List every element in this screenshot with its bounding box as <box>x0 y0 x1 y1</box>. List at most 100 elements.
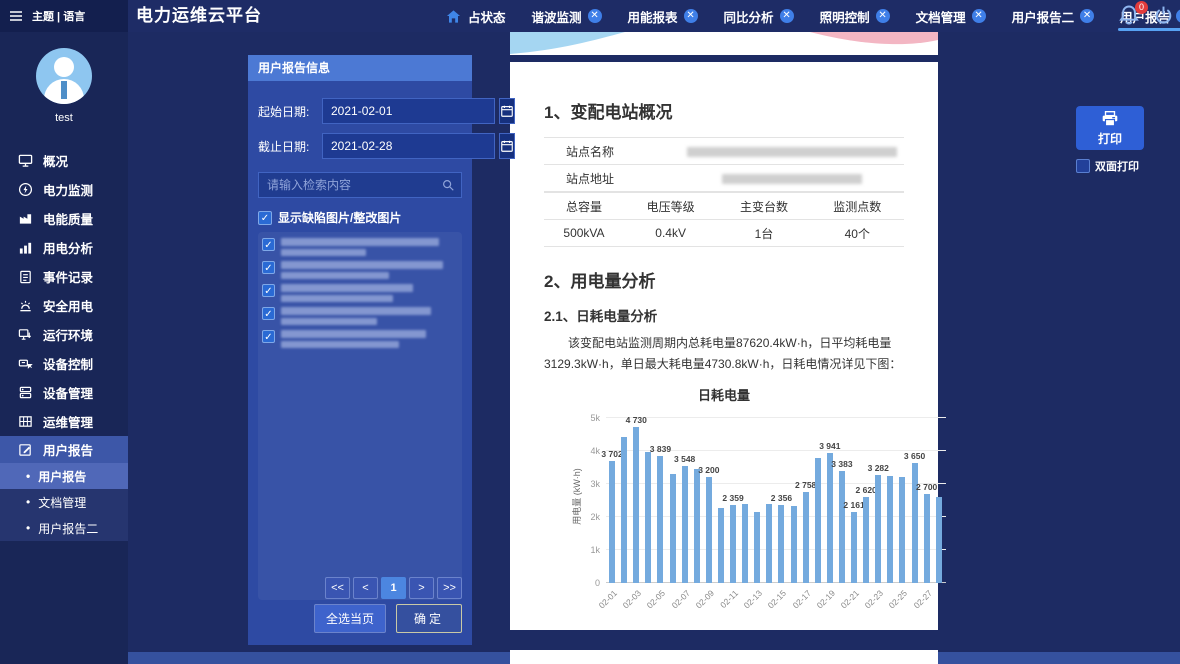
page-number-button[interactable]: 1 <box>381 577 406 599</box>
sidebar-item-usage-analysis[interactable]: 用电分析 <box>0 233 128 262</box>
chart-bar <box>766 504 772 583</box>
total-capacity-value: 500kVA <box>544 220 624 247</box>
sidebar-subitem-user-report[interactable]: • 用户报告 <box>0 463 128 489</box>
search-icon <box>441 178 455 192</box>
select-all-page-button[interactable]: 全选当页 <box>314 604 386 633</box>
monitor-point-count-value: 40个 <box>811 220 904 247</box>
close-icon[interactable]: ✕ <box>876 9 890 23</box>
tab-home[interactable]: 占状态 <box>445 0 506 32</box>
close-icon[interactable]: ✕ <box>588 9 602 23</box>
bar-value-label: 3 200 <box>698 465 719 475</box>
tab-label: 用能报表 <box>628 7 678 26</box>
column-header: 监测点数 <box>811 193 904 220</box>
first-page-button[interactable]: << <box>325 577 350 599</box>
end-date-input[interactable] <box>322 133 495 159</box>
last-page-button[interactable]: >> <box>437 577 462 599</box>
list-item[interactable]: ✓ <box>262 307 458 325</box>
bar-value-label: 3 282 <box>868 463 889 473</box>
header-left-zone[interactable]: 主题 | 语言 <box>0 0 128 32</box>
search-input[interactable] <box>259 178 435 192</box>
sidebar-item-electrical-safety[interactable]: 安全用电 <box>0 291 128 320</box>
sidebar-item-device-control[interactable]: 设备控制 <box>0 349 128 378</box>
chart-bar <box>633 427 639 583</box>
bullet-icon: • <box>26 469 30 483</box>
list-item[interactable]: ✓ <box>262 261 458 279</box>
alarm-icon <box>18 298 33 313</box>
tab-harmonic-monitoring[interactable]: 谐波监测 ✕ <box>532 0 602 32</box>
close-icon[interactable]: ✕ <box>1176 9 1180 23</box>
avatar <box>36 48 92 104</box>
start-date-input[interactable] <box>322 98 495 124</box>
notification-bell-button[interactable]: 0 <box>1118 3 1144 29</box>
tab-label: 同比分析 <box>724 7 774 26</box>
sidebar-subitem-document-management[interactable]: • 文档管理 <box>0 489 128 515</box>
close-icon[interactable]: ✕ <box>684 9 698 23</box>
logout-power-button[interactable] <box>1153 5 1174 31</box>
sidebar-subitem-user-report-2[interactable]: • 用户报告二 <box>0 515 128 541</box>
tab-yoy-analysis[interactable]: 同比分析 ✕ <box>724 0 794 32</box>
prev-page-button[interactable]: < <box>353 577 378 599</box>
list-item[interactable]: ✓ <box>262 284 458 302</box>
sidebar-item-label: 安全用电 <box>43 296 93 315</box>
chart-bar <box>657 456 663 583</box>
pagination: << < 1 > >> <box>325 577 462 599</box>
sidebar-item-operating-environment[interactable]: 运行环境 <box>0 320 128 349</box>
sidebar-item-label: 用电分析 <box>43 238 93 257</box>
sidebar-item-label: 概况 <box>43 151 68 170</box>
hamburger-icon[interactable] <box>8 8 24 24</box>
tab-label: 文档管理 <box>916 7 966 26</box>
chart-bar <box>899 477 905 583</box>
list-item-checkbox[interactable]: ✓ <box>262 238 275 251</box>
list-item[interactable]: ✓ <box>262 330 458 348</box>
chart-bar <box>694 469 700 583</box>
sidebar-item-event-log[interactable]: 事件记录 <box>0 262 128 291</box>
list-item-checkbox[interactable]: ✓ <box>262 261 275 274</box>
close-icon[interactable]: ✕ <box>972 9 986 23</box>
start-date-calendar-button[interactable] <box>499 98 515 124</box>
print-button[interactable]: 打印 <box>1076 106 1144 150</box>
next-page-button[interactable]: > <box>409 577 434 599</box>
theme-language-link[interactable]: 主题 | 语言 <box>32 8 85 24</box>
list-item-checkbox[interactable]: ✓ <box>262 284 275 297</box>
sidebar-item-label: 事件记录 <box>43 267 93 286</box>
tab-label: 占状态 <box>468 7 506 26</box>
tab-energy-report[interactable]: 用能报表 ✕ <box>628 0 698 32</box>
list-item[interactable]: ✓ <box>262 238 458 256</box>
show-defect-images-checkbox[interactable]: ✓ <box>258 211 272 225</box>
sidebar-item-overview[interactable]: 概况 <box>0 146 128 175</box>
sidebar-item-label: 运行环境 <box>43 325 93 344</box>
tab-lighting-control[interactable]: 照明控制 ✕ <box>820 0 890 32</box>
sidebar-item-ops-management[interactable]: 运维管理 <box>0 407 128 436</box>
close-icon[interactable]: ✕ <box>1080 9 1094 23</box>
edit-icon <box>18 442 33 457</box>
chart-bar <box>645 452 651 583</box>
end-date-label: 截止日期: <box>258 138 318 155</box>
search-button[interactable] <box>435 178 461 192</box>
station-info-table: 站点名称 站点地址 <box>544 137 904 192</box>
sidebar-subitem-label: 用户报告二 <box>38 520 98 537</box>
tab-document-management[interactable]: 文档管理 ✕ <box>916 0 986 32</box>
end-date-calendar-button[interactable] <box>499 133 515 159</box>
sidebar-item-power-quality[interactable]: 电能质量 <box>0 204 128 233</box>
server-icon <box>18 385 33 400</box>
bar-value-label: 3 383 <box>831 459 852 469</box>
chart-bar <box>924 494 930 583</box>
duplex-print-checkbox[interactable] <box>1076 159 1090 173</box>
chart-bar <box>815 458 821 583</box>
bullet-icon: • <box>26 521 30 535</box>
top-bar: 主题 | 语言 电力运维云平台 占状态 谐波监测 ✕ 用能报表 ✕ 同比分析 ✕… <box>0 0 1180 32</box>
list-item-checkbox[interactable]: ✓ <box>262 330 275 343</box>
table-row: 站点名称 <box>544 138 904 165</box>
list-item-checkbox[interactable]: ✓ <box>262 307 275 320</box>
sidebar-group-user-report[interactable]: 用户报告 <box>0 436 128 463</box>
table-row: 总容量 电压等级 主变台数 监测点数 <box>544 193 904 220</box>
close-icon[interactable]: ✕ <box>780 9 794 23</box>
tab-user-report-2[interactable]: 用户报告二 ✕ <box>1012 0 1095 32</box>
sidebar-item-device-management[interactable]: 设备管理 <box>0 378 128 407</box>
sidebar-item-label: 电能质量 <box>43 209 93 228</box>
analysis-paragraph: 该变配电站监测周期内总耗电量87620.4kW·h，日平均耗电量3129.3kW… <box>544 333 904 375</box>
bar-value-label: 3 702 <box>601 449 622 459</box>
confirm-button[interactable]: 确定 <box>396 604 462 633</box>
bar-chart-icon <box>18 240 33 255</box>
sidebar-item-power-monitoring[interactable]: 电力监测 <box>0 175 128 204</box>
